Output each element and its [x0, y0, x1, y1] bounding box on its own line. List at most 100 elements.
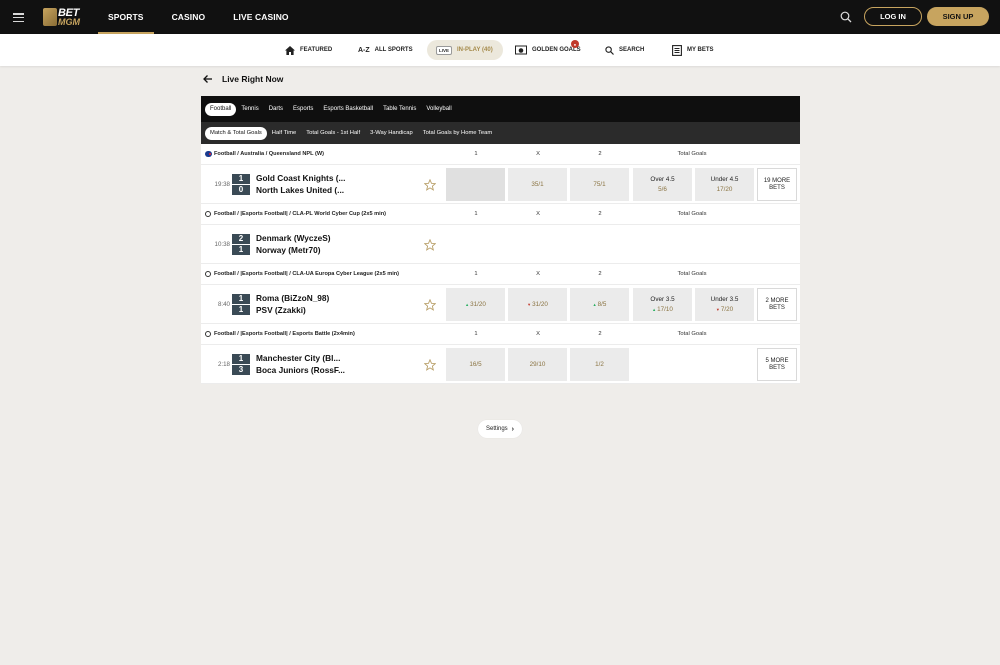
subnav-featured[interactable]: FEATURED [285, 40, 332, 60]
market-tab-half-time[interactable]: Half Time [267, 127, 301, 140]
col-header-1: 1 [474, 211, 478, 217]
score-home: 2 [232, 234, 250, 244]
more-bets-button[interactable]: 5 MORE BETS [757, 348, 797, 381]
odds-line: Under 4.5 [710, 176, 739, 183]
col-header-1: 1 [474, 151, 478, 157]
subnav-golden-goals[interactable]: GOLDEN GOALS ● [515, 40, 581, 60]
tab-darts[interactable]: Darts [264, 103, 288, 116]
notification-dot: ● [571, 40, 579, 48]
team-away[interactable]: North Lakes United (... [256, 185, 344, 195]
league-name: Football / |Esports Football| / Esports … [214, 331, 355, 337]
tab-volleyball[interactable]: Volleyball [421, 103, 456, 116]
odds-away[interactable]: 75/1 [570, 168, 629, 201]
event-row[interactable]: 8:40 1 1 Roma (BiZzoN_98) PSV (Zzakki) ▲… [201, 285, 800, 324]
odds-over[interactable]: Over 3.5 ▲17/10 [633, 288, 692, 321]
scoreboard: 1 3 [232, 354, 250, 375]
score-home: 1 [232, 354, 250, 364]
scoreboard: 1 0 [232, 174, 250, 195]
favorite-star-icon[interactable] [424, 179, 436, 191]
odds-away[interactable]: ▲ 8/5 [570, 288, 629, 321]
nav-casino[interactable]: CASINO [162, 0, 216, 34]
back-arrow-icon[interactable] [203, 74, 213, 84]
settings-button[interactable]: Settings › [478, 420, 522, 438]
league-link[interactable]: Football / |Esports Football| / CLA-UA E… [205, 271, 399, 277]
col-header-2: 2 [598, 271, 602, 277]
market-tab-3-way-handicap[interactable]: 3-Way Handicap [365, 127, 418, 140]
more-bets-button[interactable]: 2 MORE BETS [757, 288, 797, 321]
team-away[interactable]: PSV (Zzakki) [256, 305, 306, 315]
team-home[interactable]: Roma (BiZzoN_98) [256, 293, 329, 303]
market-tab-total-goals-1st-half[interactable]: Total Goals - 1st Half [301, 127, 365, 140]
tab-esports-basketball[interactable]: Esports Basketball [318, 103, 378, 116]
scoreboard: 1 1 [232, 294, 250, 315]
tab-football[interactable]: Football [205, 102, 237, 116]
subnav-my-bets[interactable]: MY BETS [672, 40, 714, 60]
col-header-total-goals: Total Goals [677, 211, 707, 217]
odds-draw[interactable]: 35/1 [508, 168, 567, 201]
team-home[interactable]: Denmark (WyczeS) [256, 233, 331, 243]
subnav-search[interactable]: SEARCH [605, 40, 644, 60]
odds-home[interactable]: ▲ 31/20 [446, 288, 505, 321]
odds-value: 1/2 [595, 361, 604, 368]
login-button[interactable]: LOG IN [864, 7, 922, 26]
match-time: 10:38 [214, 241, 230, 248]
league-link[interactable]: Football / |Esports Football| / Esports … [205, 331, 355, 337]
bet-slip-icon [672, 44, 682, 56]
odds-draw[interactable]: 29/10 [508, 348, 567, 381]
team-home[interactable]: Gold Coast Knights (... [256, 173, 345, 183]
search-icon[interactable] [840, 11, 852, 23]
subnav-search-label: SEARCH [619, 47, 645, 53]
nav-live-casino[interactable]: LIVE CASINO [223, 0, 298, 34]
league-header: Football / Australia / Queensland NPL (W… [201, 144, 800, 165]
odds-away[interactable]: 1/2 [570, 348, 629, 381]
league-header: Football / |Esports Football| / Esports … [201, 324, 800, 345]
odds-under[interactable]: Under 4.5 17/20 [695, 168, 754, 201]
subnav-my-bets-label: MY BETS [687, 47, 714, 53]
favorite-star-icon[interactable] [424, 239, 436, 251]
odds-up-icon: ▲ [465, 302, 470, 307]
odds-value: 8/5 [597, 301, 607, 308]
market-tab-total-goals-home[interactable]: Total Goals by Home Team [418, 127, 498, 140]
event-row[interactable]: 10:38 2 1 Denmark (WyczeS) Norway (Metr7… [201, 225, 800, 264]
col-header-x: X [536, 271, 540, 277]
league-link[interactable]: Football / Australia / Queensland NPL (W… [205, 151, 324, 157]
page-title: Live Right Now [222, 74, 284, 84]
col-header-total-goals: Total Goals [677, 271, 707, 277]
league-link[interactable]: Football / |Esports Football| / CLA-PL W… [205, 211, 386, 217]
col-header-2: 2 [598, 331, 602, 337]
odds-home-suspended [446, 168, 505, 201]
favorite-star-icon[interactable] [424, 359, 436, 371]
odds-draw[interactable]: ▼ 31/20 [508, 288, 567, 321]
score-home: 1 [232, 294, 250, 304]
team-home[interactable]: Manchester City (Bl... [256, 353, 340, 363]
top-bar: BET MGM SPORTS CASINO LIVE CASINO LOG IN … [0, 0, 1000, 34]
event-row[interactable]: 2:18 1 3 Manchester City (Bl... Boca Jun… [201, 345, 800, 384]
scoreboard: 2 1 [232, 234, 250, 255]
team-away[interactable]: Norway (Metr70) [256, 245, 321, 255]
odds-value: 31/20 [532, 301, 548, 308]
league-name: Football / Australia / Queensland NPL (W… [214, 151, 325, 157]
tab-tennis[interactable]: Tennis [236, 103, 263, 116]
menu-icon[interactable] [13, 13, 24, 22]
odds-home[interactable]: 16/5 [446, 348, 505, 381]
signup-button[interactable]: SIGN UP [927, 7, 989, 26]
favorite-star-icon[interactable] [424, 299, 436, 311]
sub-nav: FEATURED A-Z ALL SPORTS LIVE IN-PLAY (40… [0, 34, 1000, 66]
tab-esports[interactable]: Esports [288, 103, 318, 116]
event-row[interactable]: 19:38 1 0 Gold Coast Knights (... North … [201, 165, 800, 204]
odds-over[interactable]: Over 4.5 5/6 [633, 168, 692, 201]
col-header-2: 2 [598, 151, 602, 157]
subnav-inplay[interactable]: LIVE IN-PLAY (40) [427, 40, 503, 60]
tab-table-tennis[interactable]: Table Tennis [378, 103, 421, 116]
logo[interactable]: BET MGM [43, 7, 80, 27]
col-header-x: X [536, 151, 540, 157]
market-tab-match-total-goals[interactable]: Match & Total Goals [205, 126, 267, 140]
score-away: 1 [232, 305, 250, 315]
odds-under[interactable]: Under 3.5 ▼7/20 [695, 288, 754, 321]
subnav-all-sports[interactable]: A-Z ALL SPORTS [358, 40, 413, 60]
settings-label: Settings [485, 426, 508, 432]
nav-sports[interactable]: SPORTS [98, 0, 154, 34]
col-header-total-goals: Total Goals [677, 331, 707, 337]
team-away[interactable]: Boca Juniors (RossF... [256, 365, 345, 375]
more-bets-button[interactable]: 19 MORE BETS [757, 168, 797, 201]
